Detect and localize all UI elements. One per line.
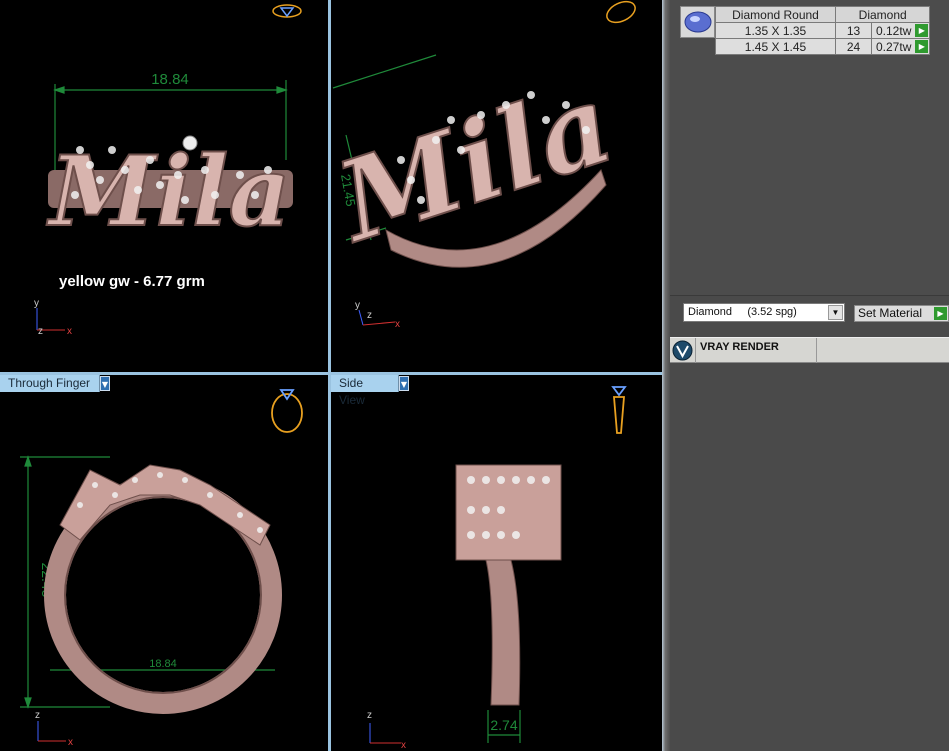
gem-header-type: Diamond xyxy=(834,6,931,23)
material-name: Diamond xyxy=(688,306,733,318)
play-icon[interactable]: ▶ xyxy=(915,40,929,53)
perspective-view-canvas: 21.45 Mila y z x xyxy=(331,0,639,330)
panel-divider[interactable] xyxy=(662,0,670,751)
material-spg: (3.52 spg) xyxy=(747,306,797,318)
svg-text:z: z xyxy=(38,326,43,337)
viewport-splitter-horizontal[interactable] xyxy=(0,372,662,375)
chevron-down-icon[interactable]: ▼ xyxy=(828,305,843,320)
ring-name-front: Mila xyxy=(45,134,293,249)
gem-weight-cell: 0.27tw ▶ xyxy=(870,38,931,55)
gem-weight-cell: 0.12tw ▶ xyxy=(870,22,931,39)
ring-name-side xyxy=(455,464,562,561)
vray-logo-icon[interactable] xyxy=(672,340,693,361)
svg-text:x: x xyxy=(401,740,406,751)
ring-through-finger-icon[interactable] xyxy=(271,389,303,433)
view-tab-dropdown-icon[interactable]: ▼ xyxy=(399,376,409,391)
inner-dimension-value: 18.84 xyxy=(149,658,177,670)
gem-header-shape: Diamond Round xyxy=(715,6,836,23)
front-view-canvas: 18.84 Mila y z x xyxy=(34,4,302,337)
viewport-front[interactable]: 18.84 Mila y z x yellow gw - 6.77 grm xyxy=(0,0,328,372)
width-dimension-value: 2.74 xyxy=(490,717,517,733)
svg-text:y: y xyxy=(34,298,39,309)
play-icon[interactable]: ▶ xyxy=(934,307,947,320)
ring-side-icon[interactable] xyxy=(611,386,627,434)
diamond-gem-icon[interactable] xyxy=(680,6,715,38)
viewport-perspective[interactable]: 21.45 Mila y z x xyxy=(331,0,662,372)
set-material-label: Set Material xyxy=(858,306,923,320)
properties-panel: Diamond Round Diamond 1.35 X 1.35 13 0.1… xyxy=(670,0,949,751)
weight-label: yellow gw - 6.77 grm xyxy=(59,273,205,290)
svg-text:x: x xyxy=(68,737,73,748)
svg-text:z: z xyxy=(367,710,372,721)
vray-render-bar[interactable]: VRAY RENDER xyxy=(670,337,949,363)
gem-weight: 0.27tw xyxy=(876,39,912,54)
table-row[interactable]: 1.35 X 1.35 13 0.12tw ▶ xyxy=(715,22,931,39)
gem-size: 1.45 X 1.45 xyxy=(715,38,836,55)
viewport-splitter-vertical[interactable] xyxy=(328,0,331,751)
svg-text:Mila: Mila xyxy=(331,58,627,267)
gem-summary-section: Diamond Round Diamond 1.35 X 1.35 13 0.1… xyxy=(670,0,949,296)
width-dimension-value: 18.84 xyxy=(151,71,189,88)
ring-shank xyxy=(480,544,521,706)
material-select[interactable]: Diamond (3.52 spg) ▼ xyxy=(683,303,845,322)
ring-orientation-icon[interactable] xyxy=(272,4,302,18)
gem-size: 1.35 X 1.35 xyxy=(715,22,836,39)
gem-weight: 0.12tw xyxy=(876,23,912,38)
gem-count: 13 xyxy=(835,22,872,39)
gem-count: 24 xyxy=(835,38,872,55)
axis-gizmo: z x xyxy=(367,710,406,751)
side-view-canvas: 2.74 z x xyxy=(367,386,627,751)
viewport-side-view[interactable]: 2.74 z x Side View ▼ xyxy=(331,375,662,751)
set-material-button[interactable]: Set Material ▶ xyxy=(854,305,949,322)
axis-gizmo: y z x xyxy=(355,300,400,330)
svg-text:x: x xyxy=(67,326,72,337)
axis-gizmo: z x xyxy=(35,710,73,748)
through-finger-canvas: 22.45 18.84 z x xyxy=(20,389,303,748)
gem-table: Diamond Round Diamond 1.35 X 1.35 13 0.1… xyxy=(715,6,931,55)
svg-text:y: y xyxy=(355,300,360,311)
axis-gizmo: y z x xyxy=(34,298,72,337)
table-row[interactable]: 1.45 X 1.45 24 0.27tw ▶ xyxy=(715,38,931,55)
svg-text:z: z xyxy=(367,310,372,321)
view-tab-dropdown-icon[interactable]: ▼ xyxy=(100,376,110,391)
view-tab-through-finger[interactable]: Through Finger xyxy=(0,375,100,392)
vray-render-label: VRAY RENDER xyxy=(695,338,817,363)
viewport-through-finger[interactable]: 22.45 18.84 z x Through Finger ▼ xyxy=(0,375,328,751)
svg-text:x: x xyxy=(395,319,400,330)
play-icon[interactable]: ▶ xyxy=(915,24,929,37)
view-tab-side-view[interactable]: Side View xyxy=(331,375,399,407)
ring-orientation-icon[interactable] xyxy=(604,0,639,26)
ring-name-perspective: Mila xyxy=(331,57,628,268)
svg-text:z: z xyxy=(35,710,40,721)
